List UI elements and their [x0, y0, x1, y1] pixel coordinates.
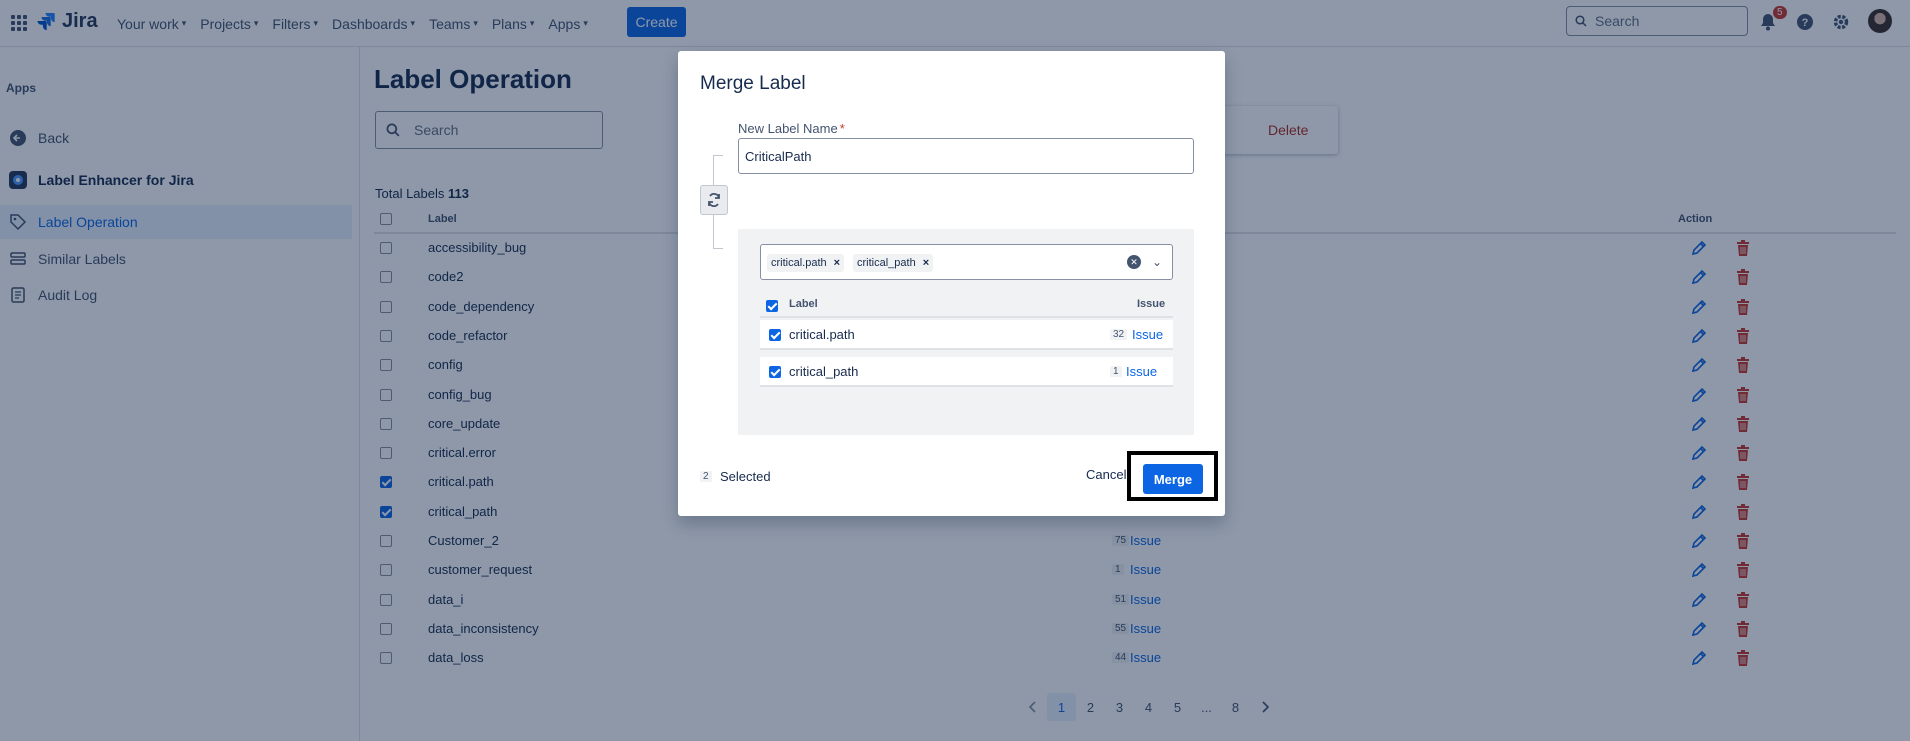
row-checkbox[interactable]	[769, 329, 781, 341]
field-label-text: New Label Name	[738, 121, 838, 136]
issue-link[interactable]: Issue	[1132, 327, 1163, 342]
tag-label: critical.path	[771, 257, 827, 269]
new-label-name-input[interactable]: CriticalPath	[738, 138, 1194, 174]
column-header-label: Label	[789, 298, 818, 310]
merge-label-dialog: Merge Label New Label Name * CriticalPath…	[678, 51, 1225, 516]
swap-button[interactable]	[700, 185, 728, 215]
remove-tag-icon[interactable]: ×	[923, 257, 929, 269]
selected-labels-panel: critical.path × critical_path × ✕ ⌄ Label …	[738, 229, 1194, 435]
issue-count-badge: 32	[1110, 329, 1128, 340]
dialog-select-all-checkbox[interactable]	[766, 300, 778, 312]
labels-multi-select[interactable]: critical.path × critical_path × ✕ ⌄	[760, 244, 1173, 280]
clear-selection-icon[interactable]: ✕	[1127, 255, 1141, 269]
dialog-table-header: Label Issue	[760, 295, 1173, 318]
cancel-button[interactable]: Cancel	[1086, 467, 1126, 482]
dialog-table-row: critical_path 1 Issue	[760, 357, 1173, 387]
chevron-down-icon[interactable]: ⌄	[1152, 255, 1162, 269]
required-marker: *	[839, 121, 845, 136]
row-label-name: critical_path	[789, 364, 859, 379]
selected-tag: critical.path ×	[767, 254, 845, 272]
new-label-name-label: New Label Name *	[738, 121, 845, 136]
refresh-icon	[708, 193, 720, 207]
row-checkbox[interactable]	[769, 366, 781, 378]
issue-link[interactable]: Issue	[1126, 364, 1157, 379]
selected-text: Selected	[720, 469, 771, 484]
column-header-issue: Issue	[1137, 298, 1166, 310]
merge-button[interactable]: Merge	[1143, 464, 1203, 494]
selected-tag: critical_path ×	[853, 254, 934, 272]
selected-count-badge: 2	[700, 471, 712, 482]
dialog-title: Merge Label	[700, 73, 806, 94]
tag-label: critical_path	[857, 257, 916, 269]
dialog-table-row: critical.path 32 Issue	[760, 320, 1173, 350]
remove-tag-icon[interactable]: ×	[834, 257, 840, 269]
issue-count-badge: 1	[1110, 366, 1122, 377]
row-label-name: critical.path	[789, 327, 855, 342]
